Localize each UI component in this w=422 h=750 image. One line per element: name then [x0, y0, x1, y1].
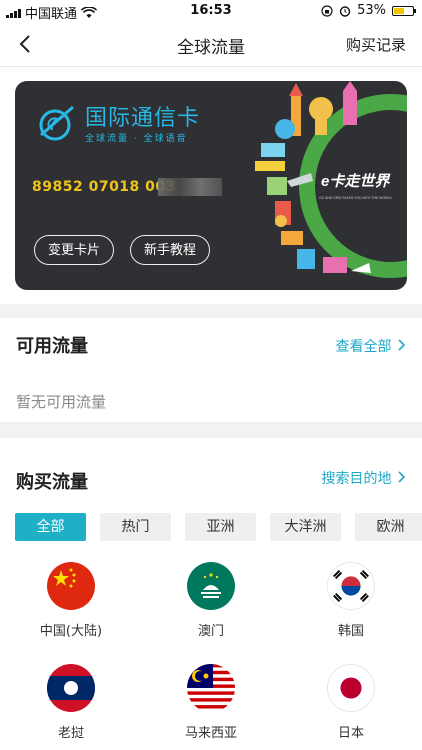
country-item-japan[interactable]: 日本: [301, 664, 401, 741]
card-art-text: e卡走世界: [321, 173, 391, 190]
purchase-data-section: 购买流量 搜索目的地 全部 热门 亚洲 大洋洲 欧洲 中国(大陆) 澳门 韩国 …: [0, 438, 422, 750]
battery-icon: [392, 5, 416, 16]
card-art-subtext: GO AND GRIN TAKES YOU INTO THE WORLD: [319, 196, 392, 200]
purchase-data-title: 购买流量: [16, 472, 88, 493]
country-name: 澳门: [197, 624, 224, 639]
available-data-section: 可用流量 查看全部 暂无可用流量: [0, 318, 422, 422]
country-item-macau[interactable]: 澳门: [161, 562, 261, 639]
purchase-record-link[interactable]: 购买记录: [346, 34, 406, 55]
status-bar: 中国联通 16:53 53%: [0, 0, 422, 22]
country-item-korea[interactable]: 韩国: [301, 562, 401, 639]
card-brand-subtitle: 全球流量 · 全球语音: [85, 134, 188, 144]
country-name: 老挝: [57, 726, 84, 741]
search-destination-link[interactable]: 搜索目的地: [322, 468, 406, 488]
card-number: 89852 07018 003: [32, 179, 176, 195]
country-name: 韩国: [337, 624, 364, 639]
malaysia-flag-icon: [187, 664, 235, 712]
view-all-label: 查看全部: [335, 339, 392, 355]
laos-flag-icon: [47, 664, 95, 712]
nav-bar: 全球流量 购买记录: [0, 22, 422, 67]
chevron-right-icon: [398, 339, 406, 351]
chevron-right-icon: [398, 471, 406, 483]
country-name: 日本: [337, 726, 364, 741]
card-section: 国际通信卡 全球流量 · 全球语音 89852 07018 003 变更卡片 新…: [0, 67, 422, 304]
china-flag-icon: [47, 562, 95, 610]
search-destination-label: 搜索目的地: [321, 471, 392, 487]
empty-data-text: 暂无可用流量: [16, 393, 107, 411]
country-item-china[interactable]: 中国(大陆): [21, 562, 121, 639]
alarm-icon: [339, 5, 351, 17]
sim-card: 国际通信卡 全球流量 · 全球语音 89852 07018 003 变更卡片 新…: [15, 81, 407, 290]
card-logo-icon: [39, 105, 74, 141]
country-item-malaysia[interactable]: 马来西亚: [161, 664, 261, 741]
view-all-link[interactable]: 查看全部: [336, 336, 406, 356]
rotation-lock-icon: [321, 4, 333, 17]
japan-flag-icon: [327, 664, 375, 712]
filter-asia[interactable]: 亚洲: [185, 513, 256, 541]
card-number-mask: [158, 178, 222, 196]
filter-all[interactable]: 全部: [15, 513, 86, 541]
region-filter-bar: 全部 热门 亚洲 大洋洲 欧洲: [15, 513, 422, 541]
world-landmarks-illustration: e卡走世界 GO AND GRIN TAKES YOU INTO THE WOR…: [255, 81, 407, 278]
change-card-button[interactable]: 变更卡片: [34, 235, 114, 265]
available-data-title: 可用流量: [16, 336, 88, 357]
filter-europe[interactable]: 欧洲: [355, 513, 422, 541]
filter-hot[interactable]: 热门: [100, 513, 171, 541]
country-name: 马来西亚: [184, 726, 237, 741]
card-brand: 国际通信卡: [85, 106, 201, 131]
tutorial-button[interactable]: 新手教程: [130, 235, 210, 265]
filter-oceania[interactable]: 大洋洲: [270, 513, 341, 541]
country-item-laos[interactable]: 老挝: [21, 664, 121, 741]
macau-flag-icon: [187, 562, 235, 610]
korea-flag-icon: [327, 562, 375, 610]
country-name: 中国(大陆): [39, 624, 103, 639]
battery-percent: 53%: [357, 3, 386, 18]
